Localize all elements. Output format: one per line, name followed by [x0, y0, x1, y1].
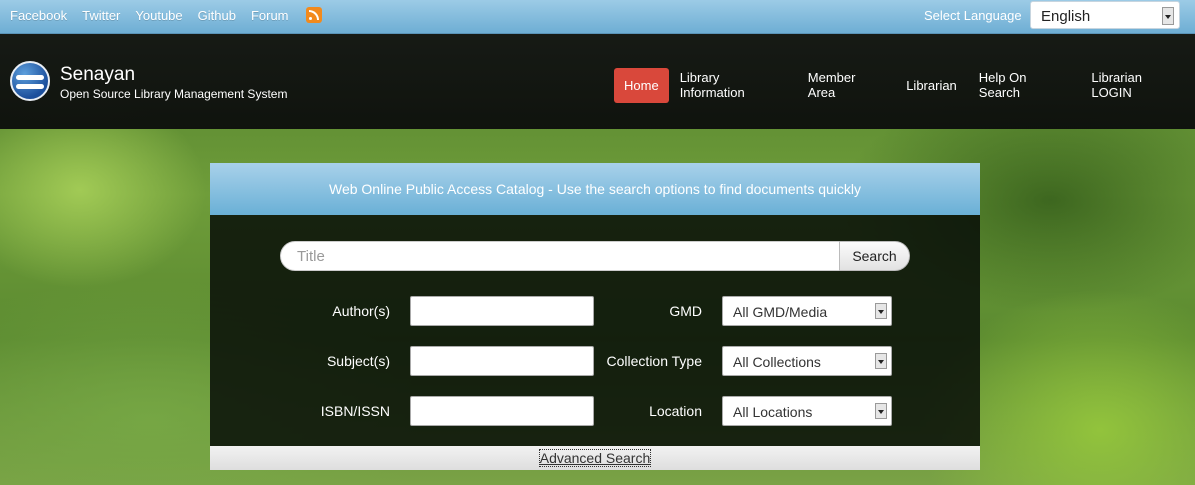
gmd-select[interactable]: All GMD/Media — [722, 296, 892, 326]
search-input[interactable]: Title — [280, 241, 840, 271]
collection-type-select-value: All Collections — [733, 354, 821, 370]
advanced-search-link[interactable]: Advanced Search — [538, 449, 652, 467]
top-bar: Facebook Twitter Youtube Github Forum Se… — [0, 0, 1195, 34]
forum-link[interactable]: Forum — [251, 8, 289, 23]
opac-heading: Web Online Public Access Catalog - Use t… — [210, 163, 980, 215]
nav-home[interactable]: Home — [614, 67, 669, 103]
site-subtitle: Open Source Library Management System — [60, 87, 288, 101]
language-select[interactable]: English — [1030, 1, 1180, 29]
github-link[interactable]: Github — [198, 8, 236, 23]
nav-librarian[interactable]: Librarian — [895, 68, 968, 103]
social-links: Facebook Twitter Youtube Github Forum — [10, 7, 322, 23]
nav-librarian-login[interactable]: Librarian LOGIN — [1080, 60, 1195, 110]
site-name[interactable]: Senayan — [60, 64, 135, 86]
collection-type-select[interactable]: All Collections — [722, 346, 892, 376]
isbn-label: ISBN/ISSN — [320, 403, 390, 419]
site-header: Senayan Open Source Library Management S… — [0, 34, 1195, 129]
senayan-logo-icon[interactable] — [10, 61, 50, 101]
chevron-down-icon — [875, 303, 887, 319]
gmd-select-value: All GMD/Media — [733, 304, 828, 320]
chevron-down-icon — [875, 353, 887, 369]
nav-member-area[interactable]: Member Area — [797, 60, 895, 110]
twitter-link[interactable]: Twitter — [82, 8, 120, 23]
nav-help-on-search[interactable]: Help On Search — [968, 60, 1081, 110]
search-panel: Title Search Author(s) Subject(s) ISBN/I… — [210, 215, 980, 446]
chevron-down-icon — [1162, 7, 1174, 25]
advanced-search-bar: Advanced Search — [210, 446, 980, 470]
author-label: Author(s) — [332, 303, 390, 319]
select-language-label: Select Language — [924, 8, 1022, 23]
main-nav: Home Library Information Member Area Lib… — [614, 60, 1195, 110]
facebook-link[interactable]: Facebook — [10, 8, 67, 23]
chevron-down-icon — [875, 403, 887, 419]
youtube-link[interactable]: Youtube — [135, 8, 182, 23]
nav-library-information[interactable]: Library Information — [669, 60, 797, 110]
rss-icon[interactable] — [305, 7, 322, 23]
location-label: Location — [649, 403, 702, 419]
location-select[interactable]: All Locations — [722, 396, 892, 426]
search-button[interactable]: Search — [839, 241, 910, 271]
gmd-label: GMD — [669, 303, 702, 319]
location-select-value: All Locations — [733, 404, 813, 420]
subject-label: Subject(s) — [326, 353, 390, 369]
collection-type-label: Collection Type — [606, 353, 702, 369]
language-select-value: English — [1041, 8, 1091, 25]
